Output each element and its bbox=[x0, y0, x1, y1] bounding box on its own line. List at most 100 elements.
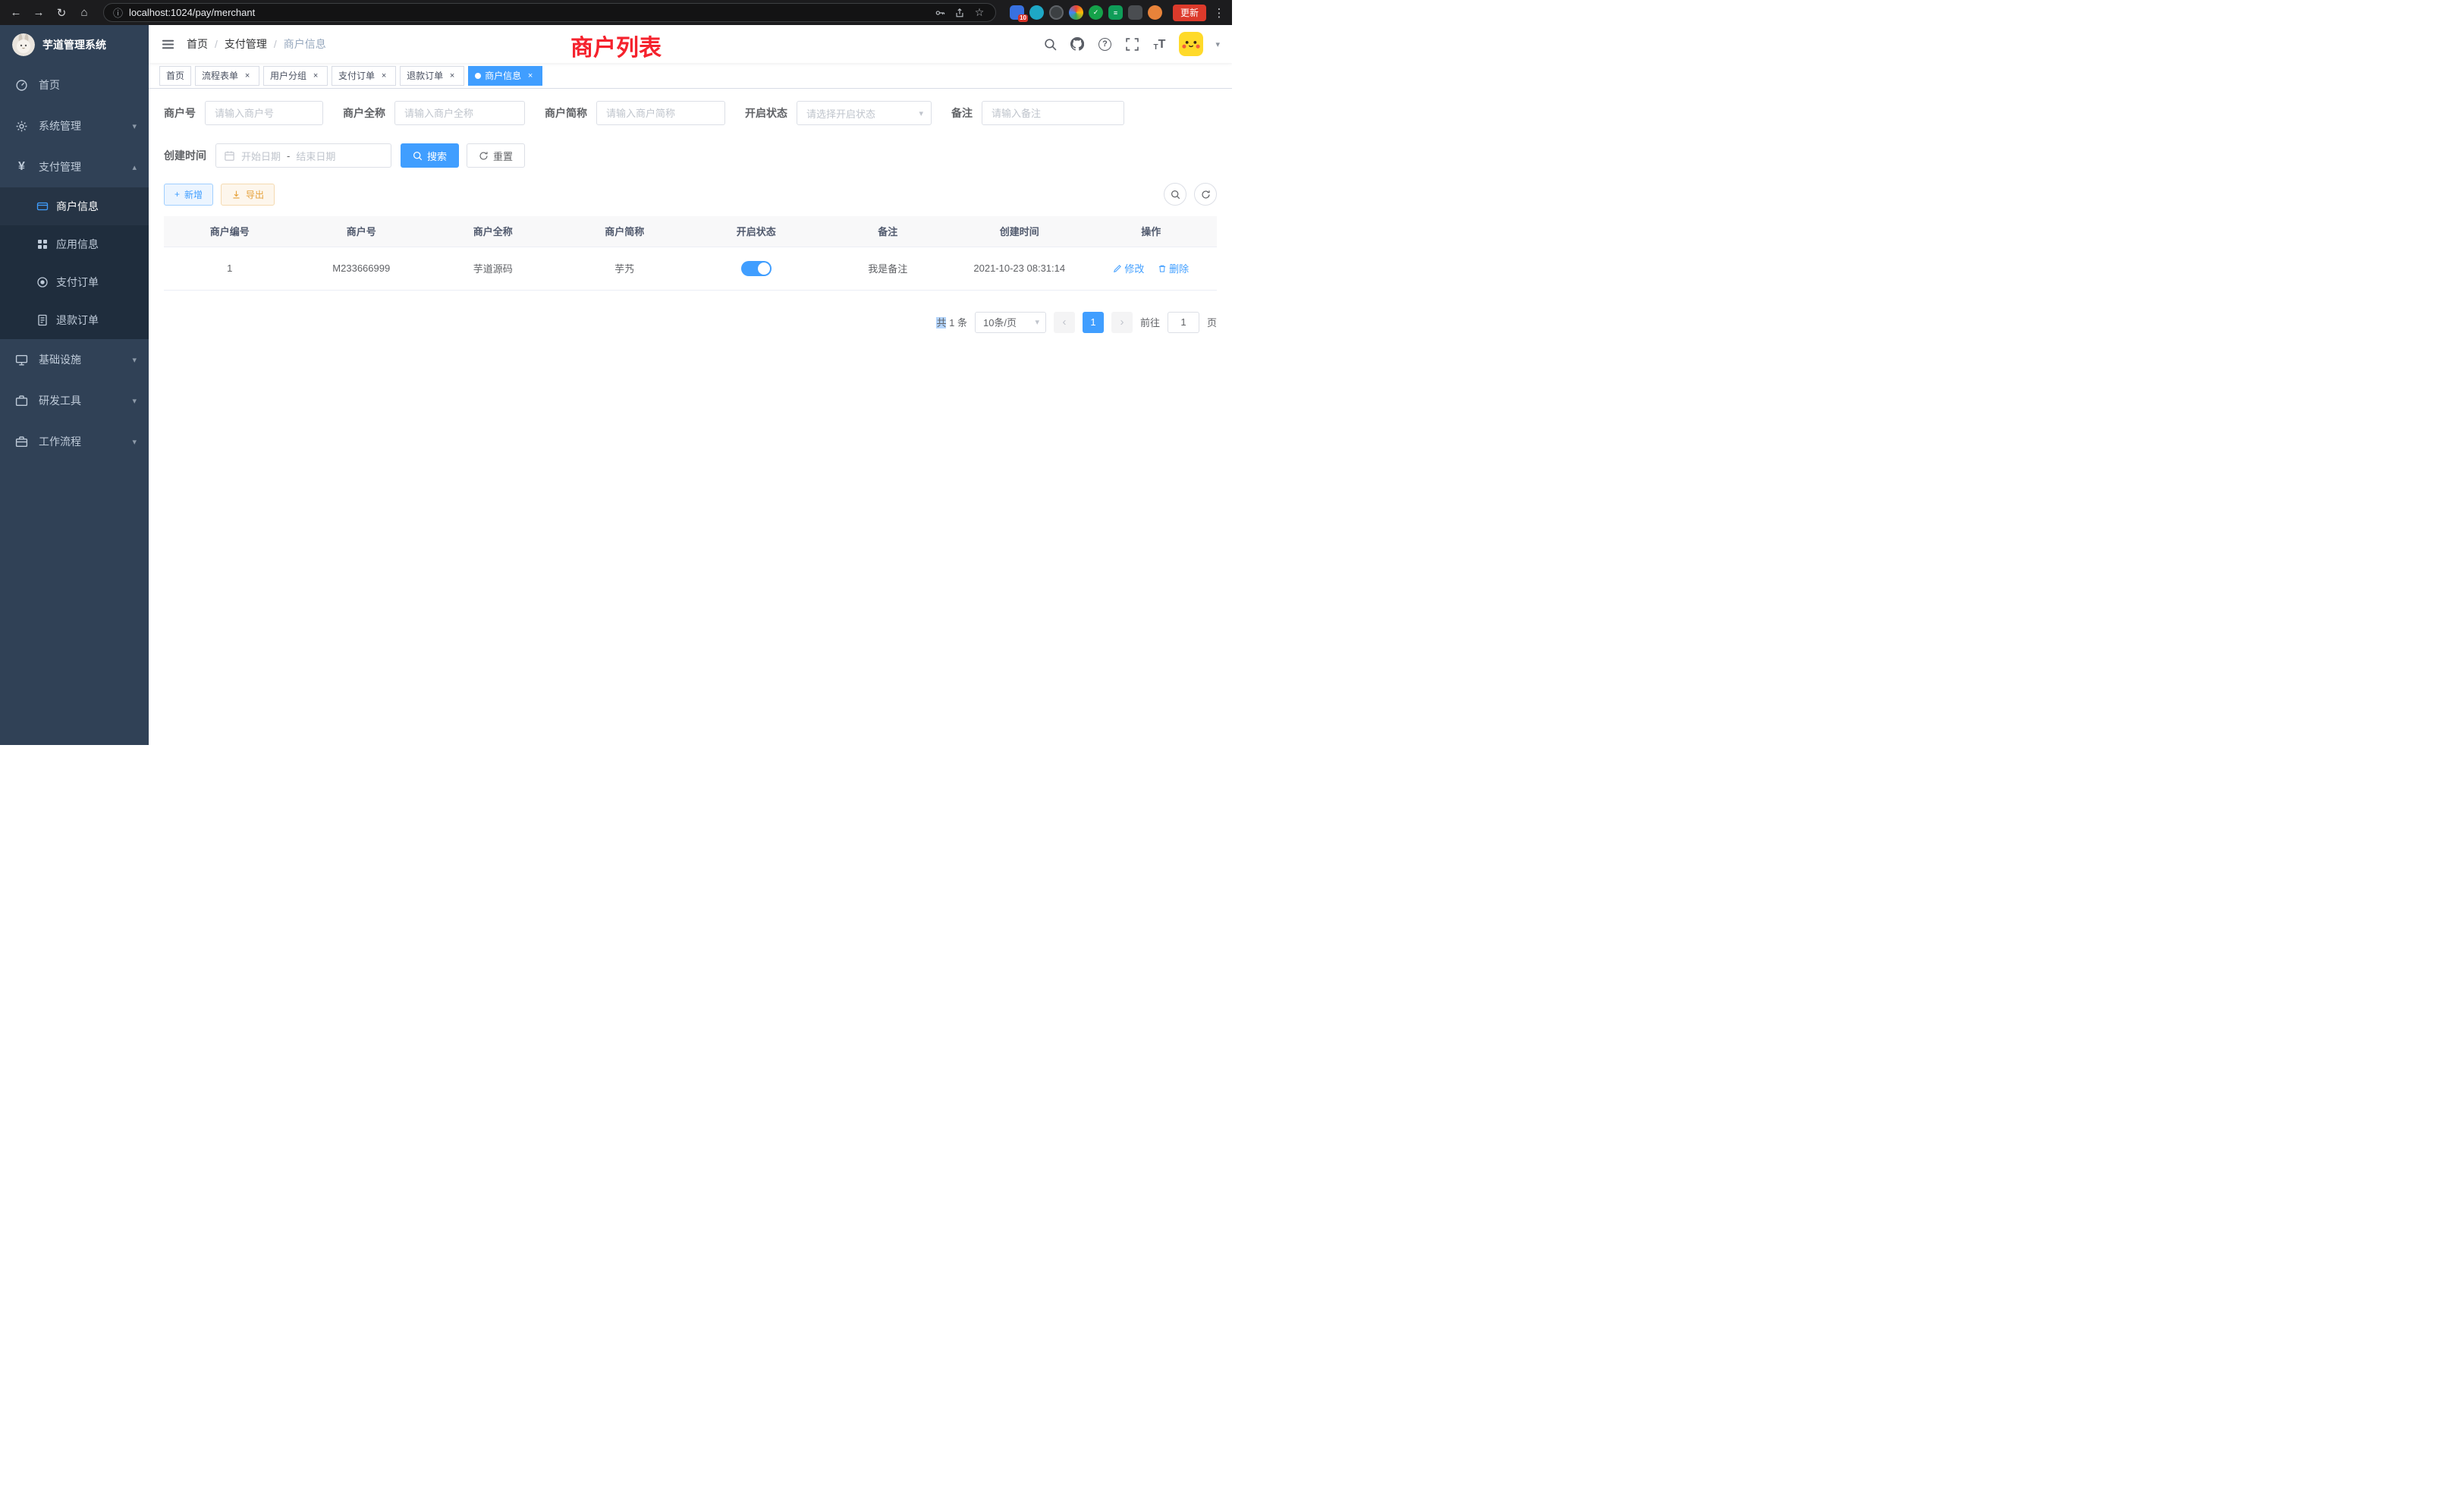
chevron-down-icon: ▾ bbox=[919, 108, 923, 118]
toggle-search-button[interactable] bbox=[1164, 183, 1186, 206]
tab-process-form[interactable]: 流程表单 × bbox=[195, 66, 259, 86]
font-size-icon[interactable]: TT bbox=[1152, 36, 1167, 52]
refresh-table-button[interactable] bbox=[1194, 183, 1217, 206]
hamburger-icon[interactable] bbox=[149, 25, 187, 63]
merchant-no-input[interactable] bbox=[205, 101, 323, 125]
close-icon[interactable]: × bbox=[310, 71, 321, 81]
sidebar-item-app-info[interactable]: 应用信息 bbox=[0, 225, 149, 263]
column-header: 操作 bbox=[1086, 216, 1218, 247]
browser-toolbar: ← → ↻ ⌂ ⓘ localhost:1024/pay/merchant ☆ … bbox=[0, 0, 1232, 25]
goto-label: 前往 bbox=[1140, 315, 1160, 329]
search-icon[interactable] bbox=[1042, 36, 1058, 52]
password-key-icon[interactable] bbox=[933, 6, 947, 20]
grid-icon bbox=[36, 238, 49, 250]
user-caret-icon[interactable]: ▾ bbox=[1215, 39, 1220, 49]
status-switch[interactable] bbox=[741, 261, 772, 276]
browser-menu-icon[interactable]: ⋮ bbox=[1212, 6, 1226, 20]
browser-update-button[interactable]: 更新 bbox=[1173, 5, 1206, 21]
sidebar-item-workflow[interactable]: 工作流程 ▾ bbox=[0, 421, 149, 462]
tab-merchant-info[interactable]: 商户信息 × bbox=[468, 66, 542, 86]
goto-page-input[interactable] bbox=[1168, 312, 1199, 333]
briefcase-icon bbox=[15, 435, 28, 448]
field-label: 备注 bbox=[951, 105, 982, 121]
tab-home[interactable]: 首页 bbox=[159, 66, 191, 86]
address-bar[interactable]: ⓘ localhost:1024/pay/merchant ☆ bbox=[103, 3, 996, 22]
merchant-table: 商户编号 商户号 商户全称 商户简称 开启状态 备注 创建时间 操作 1 bbox=[164, 216, 1217, 291]
delete-link[interactable]: 删除 bbox=[1158, 261, 1189, 275]
extension-green-check-icon[interactable]: ✓ bbox=[1089, 5, 1103, 20]
chevron-down-icon: ▾ bbox=[1035, 317, 1039, 327]
sidebar-item-refund-order[interactable]: 退款订单 bbox=[0, 301, 149, 339]
close-icon[interactable]: × bbox=[242, 71, 253, 81]
remark-input[interactable] bbox=[982, 101, 1124, 125]
close-icon[interactable]: × bbox=[525, 71, 536, 81]
page-size-select[interactable]: 10条/页 ▾ bbox=[975, 312, 1046, 333]
sidebar-item-devtools[interactable]: 研发工具 ▾ bbox=[0, 380, 149, 421]
merchant-short-input[interactable] bbox=[596, 101, 725, 125]
extension-puzzle-icon[interactable]: 10 bbox=[1010, 5, 1024, 20]
github-icon[interactable] bbox=[1070, 36, 1085, 52]
user-avatar[interactable] bbox=[1179, 32, 1203, 56]
download-icon bbox=[231, 190, 241, 200]
export-button[interactable]: 导出 bbox=[221, 184, 275, 206]
navbar-right: ? TT ▾ bbox=[1042, 32, 1232, 56]
prev-page-button[interactable]: ‹ bbox=[1054, 312, 1075, 333]
merchant-name-input[interactable] bbox=[394, 101, 525, 125]
chevron-down-icon: ▾ bbox=[132, 437, 137, 447]
sidebar-item-merchant-info[interactable]: 商户信息 bbox=[0, 187, 149, 225]
date-start-placeholder: 开始日期 bbox=[241, 149, 281, 163]
back-icon[interactable]: ← bbox=[6, 3, 26, 23]
share-icon[interactable] bbox=[953, 6, 966, 20]
tab-label: 用户分组 bbox=[270, 69, 306, 82]
total-suffix: 条 bbox=[957, 317, 967, 328]
fullscreen-icon[interactable] bbox=[1124, 36, 1139, 52]
url-text: localhost:1024/pay/merchant bbox=[129, 7, 255, 18]
breadcrumb-payment[interactable]: 支付管理 bbox=[225, 36, 267, 52]
toolbar-right bbox=[1164, 183, 1217, 206]
home-icon[interactable]: ⌂ bbox=[74, 3, 94, 23]
edit-icon bbox=[1113, 264, 1122, 273]
status-field: 开启状态 请选择开启状态 ▾ bbox=[745, 101, 932, 125]
status-select[interactable]: 请选择开启状态 ▾ bbox=[797, 101, 932, 125]
target-icon bbox=[36, 276, 49, 288]
sidebar-item-system[interactable]: 系统管理 ▾ bbox=[0, 105, 149, 146]
extensions-row: 10 ✓ ≡ bbox=[1010, 5, 1162, 20]
next-page-button[interactable]: › bbox=[1111, 312, 1133, 333]
extension-colorful-icon[interactable] bbox=[1069, 5, 1083, 20]
extension-gray-icon[interactable] bbox=[1049, 5, 1064, 20]
extension-dark-puzzle-icon[interactable] bbox=[1128, 5, 1142, 20]
forward-icon[interactable]: → bbox=[29, 3, 49, 23]
add-button[interactable]: + 新增 bbox=[164, 184, 213, 206]
help-icon[interactable]: ? bbox=[1097, 36, 1112, 52]
search-button[interactable]: 搜索 bbox=[401, 143, 459, 168]
site-info-icon[interactable]: ⓘ bbox=[113, 5, 123, 20]
sidebar-item-label: 工作流程 bbox=[39, 434, 81, 449]
sidebar-item-home[interactable]: 首页 bbox=[0, 64, 149, 105]
extension-teal-icon[interactable] bbox=[1029, 5, 1044, 20]
sidebar-logo[interactable]: 芋道管理系统 bbox=[0, 25, 149, 64]
page-number-1[interactable]: 1 bbox=[1083, 312, 1104, 333]
reload-icon[interactable]: ↻ bbox=[52, 3, 71, 23]
breadcrumb-home[interactable]: 首页 bbox=[187, 36, 208, 52]
button-label: 重置 bbox=[493, 149, 513, 163]
column-header: 开启状态 bbox=[690, 216, 822, 247]
link-label: 修改 bbox=[1124, 261, 1144, 275]
close-icon[interactable]: × bbox=[447, 71, 457, 81]
sidebar-item-payment[interactable]: ¥ 支付管理 ▴ bbox=[0, 146, 149, 187]
tab-pay-order[interactable]: 支付订单 × bbox=[332, 66, 396, 86]
close-icon[interactable]: × bbox=[379, 71, 389, 81]
reset-button[interactable]: 重置 bbox=[467, 143, 525, 168]
edit-link[interactable]: 修改 bbox=[1113, 261, 1144, 275]
sidebar-item-infrastructure[interactable]: 基础设施 ▾ bbox=[0, 339, 149, 380]
refresh-icon bbox=[479, 151, 489, 161]
field-label: 商户号 bbox=[164, 105, 205, 121]
breadcrumb: 首页 / 支付管理 / 商户信息 bbox=[187, 36, 326, 52]
bookmark-star-icon[interactable]: ☆ bbox=[973, 6, 986, 20]
refresh-icon bbox=[1201, 190, 1211, 200]
tab-user-group[interactable]: 用户分组 × bbox=[263, 66, 328, 86]
tab-refund-order[interactable]: 退款订单 × bbox=[400, 66, 464, 86]
browser-profile-avatar[interactable] bbox=[1148, 5, 1162, 20]
extension-doc-icon[interactable]: ≡ bbox=[1108, 5, 1123, 20]
date-range-picker[interactable]: 开始日期 - 结束日期 bbox=[215, 143, 391, 168]
sidebar-item-pay-order[interactable]: 支付订单 bbox=[0, 263, 149, 301]
